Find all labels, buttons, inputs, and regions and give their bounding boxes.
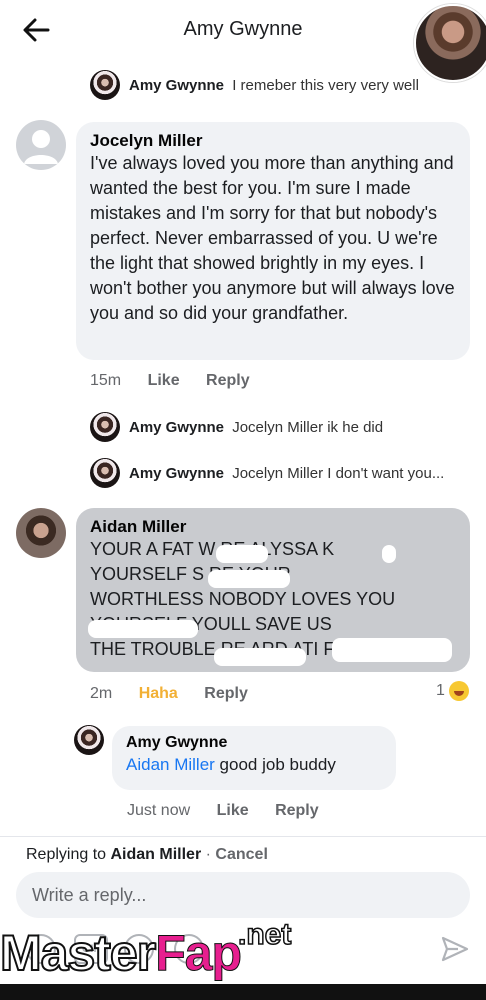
comment-line: WORTHLESS NOBODY LOVES YOU <box>90 589 396 609</box>
watermark-part1: Master <box>0 924 157 982</box>
comment-actions: Just now Like Reply <box>127 802 341 820</box>
avatar[interactable] <box>16 120 66 170</box>
watermark: MasterFap <box>0 924 243 982</box>
reply-button[interactable]: Reply <box>275 802 319 819</box>
commenter-name[interactable]: Amy Gwynne <box>129 465 224 482</box>
avatar[interactable] <box>74 725 104 755</box>
comment-actions: 15m Like Reply <box>90 372 272 390</box>
reply-button[interactable]: Reply <box>204 685 248 702</box>
censor-mark <box>382 545 396 563</box>
watermark-suffix: .net <box>237 917 292 952</box>
reply-text: Jocelyn Miller I don't want you... <box>232 465 445 482</box>
comment-text: I've always loved you more than anything… <box>90 153 455 323</box>
commenter-name[interactable]: Amy Gwynne <box>126 734 382 752</box>
reply-text: good job buddy <box>219 755 336 774</box>
reaction-count[interactable]: 1 <box>436 681 469 701</box>
avatar[interactable] <box>90 70 120 100</box>
reply-preview[interactable]: Amy Gwynne Jocelyn Miller I don't want y… <box>129 465 444 482</box>
censor-mark <box>88 620 198 638</box>
avatar[interactable] <box>90 412 120 442</box>
reply-input[interactable] <box>16 872 470 918</box>
commenter-name[interactable]: Aidan Miller <box>90 517 456 537</box>
like-button[interactable]: Like <box>217 802 249 819</box>
bottom-strip <box>0 984 486 1000</box>
reply-text: I remeber this very very well <box>232 77 419 94</box>
avatar[interactable] <box>90 458 120 488</box>
avatar[interactable] <box>16 508 66 558</box>
separator: · <box>205 846 211 863</box>
commenter-name[interactable]: Amy Gwynne <box>129 77 224 94</box>
comment-bubble[interactable]: Amy Gwynne Aidan Miller good job buddy <box>112 726 396 790</box>
comment-actions: 2m Haha Reply <box>90 685 270 703</box>
comment-line: YOUR A FAT W RE ALYSSA K <box>90 539 335 559</box>
haha-reaction-button[interactable]: Haha <box>139 685 178 702</box>
comment-bubble[interactable]: Jocelyn Miller I've always loved you mor… <box>76 122 470 360</box>
comment-time: 2m <box>90 685 113 702</box>
page-title: Amy Gwynne <box>183 18 303 40</box>
censor-mark <box>216 545 268 563</box>
replying-label: Replying to <box>26 846 107 863</box>
comment-time: Just now <box>127 802 191 819</box>
send-icon[interactable] <box>440 934 470 964</box>
reply-button[interactable]: Reply <box>206 372 250 389</box>
profile-photo[interactable] <box>414 4 486 82</box>
censor-mark <box>214 648 306 666</box>
comment-time: 15m <box>90 372 122 389</box>
cancel-button[interactable]: Cancel <box>215 846 267 863</box>
reaction-count-value: 1 <box>436 682 445 700</box>
header: Amy Gwynne <box>0 0 486 82</box>
haha-emoji-icon <box>448 681 469 701</box>
default-avatar-icon <box>24 130 58 164</box>
replying-name: Aidan Miller <box>110 846 202 863</box>
comment-text: Aidan Miller good job buddy <box>126 752 382 777</box>
reply-text: Jocelyn Miller ik he did <box>232 419 384 436</box>
mention-link[interactable]: Aidan Miller <box>126 755 215 774</box>
commenter-name[interactable]: Jocelyn Miller <box>90 131 456 151</box>
replying-to-label: Replying to Aidan Miller · Cancel <box>26 846 268 864</box>
censor-mark <box>208 570 290 588</box>
commenter-name[interactable]: Amy Gwynne <box>129 419 224 436</box>
reply-preview[interactable]: Amy Gwynne Jocelyn Miller ik he did <box>129 419 383 436</box>
censor-mark <box>332 638 452 662</box>
reply-preview[interactable]: Amy Gwynne I remeber this very very well <box>129 77 419 94</box>
watermark-part2: Fap <box>155 925 243 982</box>
divider <box>0 836 486 837</box>
like-button[interactable]: Like <box>148 372 180 389</box>
